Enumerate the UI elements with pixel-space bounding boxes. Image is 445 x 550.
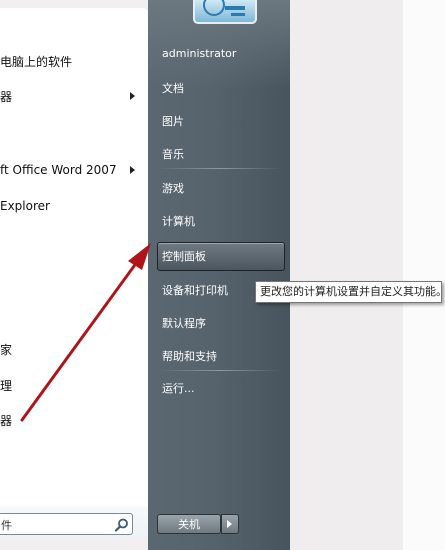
- annotation-arrow: [20, 243, 151, 422]
